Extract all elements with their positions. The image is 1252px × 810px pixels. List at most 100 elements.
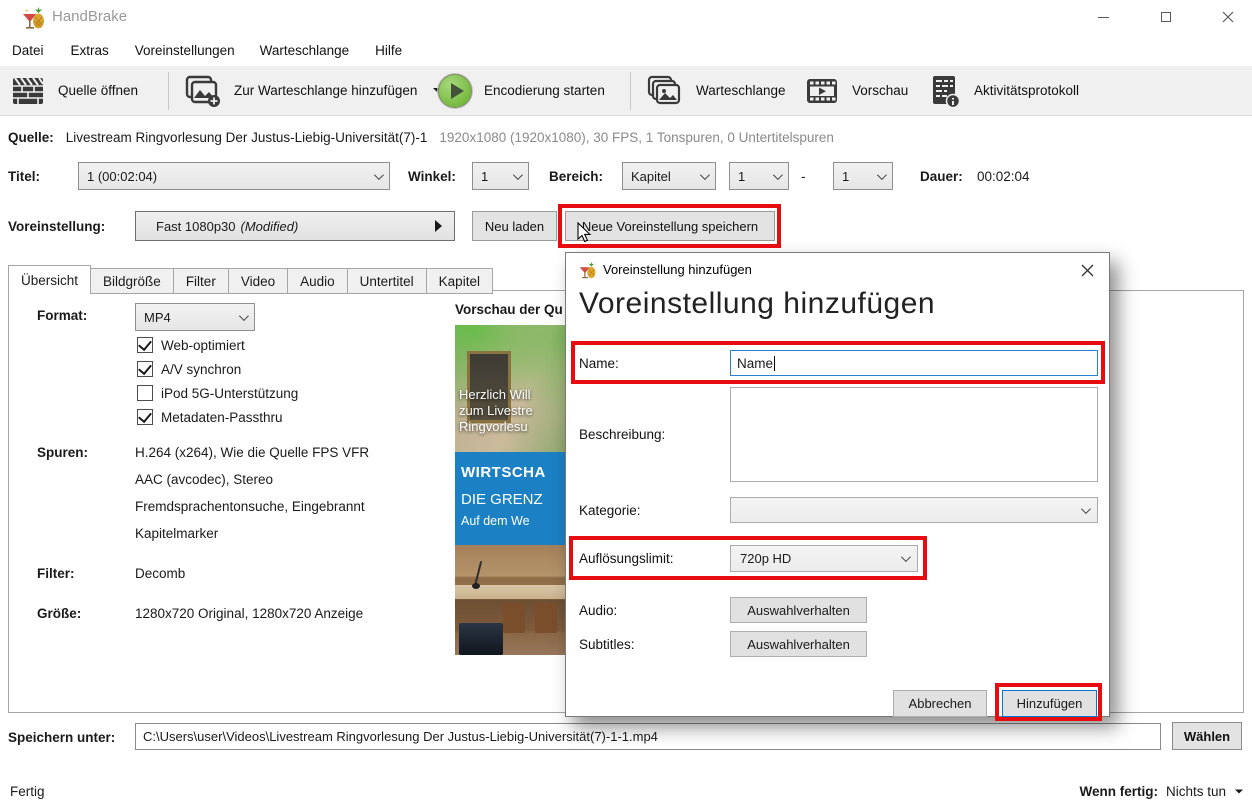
destination-path-input[interactable]: C:\Users\user\Videos\Livestream Ringvorl… xyxy=(135,723,1161,750)
name-label: Name: xyxy=(579,356,619,371)
name-input[interactable]: Name xyxy=(730,350,1098,376)
queue-button[interactable]: Warteschlange xyxy=(638,66,794,115)
chevron-down-icon xyxy=(901,552,911,562)
save-new-preset-button[interactable]: Neue Voreinstellung speichern xyxy=(565,211,775,241)
source-preview-image: Herzlich Will zum Livestre Ringvorlesu W… xyxy=(455,325,565,655)
beschreibung-textarea[interactable] xyxy=(730,387,1098,482)
audio-selection-button[interactable]: Auswahlverhalten xyxy=(730,597,867,623)
checkbox-label: Web-optimiert xyxy=(161,338,245,353)
range-from-value: 1 xyxy=(738,169,773,184)
preset-selector[interactable]: Fast 1080p30 (Modified) xyxy=(135,211,455,241)
laptop xyxy=(459,623,503,655)
open-source-button[interactable]: Quelle öffnen xyxy=(2,66,146,115)
toolbar-separator xyxy=(168,72,169,110)
checkbox-label: Metadaten-Passthru xyxy=(161,410,283,425)
preset-label: Voreinstellung: xyxy=(8,219,105,234)
preview-banner: WIRTSCHA DIE GRENZ Auf dem We xyxy=(455,452,565,545)
dialog-close-button[interactable] xyxy=(1073,259,1101,281)
aufloesungslimit-combobox[interactable]: 720p HD xyxy=(730,545,918,572)
titel-value: 1 (00:02:04) xyxy=(87,169,374,184)
checkbox-icon xyxy=(137,361,153,377)
bereich-combobox[interactable]: Kapitel xyxy=(622,162,716,190)
checkbox-label: iPod 5G-Unterstützung xyxy=(161,386,298,401)
chevron-down-icon xyxy=(374,170,384,180)
activity-log-button[interactable]: Aktivitätsprotokoll xyxy=(920,66,1087,115)
menu-hilfe[interactable]: Hilfe xyxy=(365,38,412,63)
menu-extras[interactable]: Extras xyxy=(61,38,119,63)
checkbox-ipod[interactable]: iPod 5G-Unterstützung xyxy=(137,385,298,401)
close-button[interactable] xyxy=(1205,0,1251,34)
tab-uebersicht[interactable]: Übersicht xyxy=(8,265,91,294)
winkel-label: Winkel: xyxy=(408,169,456,184)
tab-video[interactable]: Video xyxy=(228,268,288,294)
tab-filter[interactable]: Filter xyxy=(173,268,229,294)
range-to-value: 1 xyxy=(842,169,877,184)
winkel-combobox[interactable]: 1 xyxy=(472,162,529,190)
preview-heading: Vorschau der Qu xyxy=(455,302,563,317)
save-as-label: Speichern unter: xyxy=(8,730,115,745)
checkbox-av-synchron[interactable]: A/V synchron xyxy=(137,361,241,377)
maximize-button[interactable] xyxy=(1143,0,1189,34)
chevron-down-icon xyxy=(1235,790,1243,794)
subtitles-label: Subtitles: xyxy=(579,637,635,652)
menu-datei[interactable]: Datei xyxy=(2,38,54,63)
tab-audio[interactable]: Audio xyxy=(287,268,348,294)
chevron-down-icon xyxy=(239,311,249,321)
range-from-combobox[interactable]: 1 xyxy=(729,162,789,190)
aufloesungslimit-label: Auflösungslimit: xyxy=(579,551,674,566)
subtitles-selection-button[interactable]: Auswahlverhalten xyxy=(730,631,867,657)
start-encode-label: Encodierung starten xyxy=(484,83,605,98)
checkbox-icon xyxy=(137,385,153,401)
source-details: 1920x1080 (1920x1080), 30 FPS, 1 Tonspur… xyxy=(439,130,834,145)
tab-untertitel[interactable]: Untertitel xyxy=(347,268,427,294)
reload-preset-button[interactable]: Neu laden xyxy=(472,211,557,241)
chevron-down-icon xyxy=(1081,504,1091,514)
bereich-value: Kapitel xyxy=(631,169,700,184)
titel-combobox[interactable]: 1 (00:02:04) xyxy=(78,162,390,190)
choose-destination-button[interactable]: Wählen xyxy=(1172,722,1242,750)
handbrake-app-icon xyxy=(579,262,597,280)
when-done-control[interactable]: Wenn fertig: Nichts tun xyxy=(1079,784,1244,799)
preview-scene-top: Herzlich Will zum Livestre Ringvorlesu xyxy=(455,325,565,452)
source-label: Quelle: xyxy=(8,130,54,145)
add-to-queue-button[interactable]: Zur Warteschlange hinzufügen xyxy=(176,66,451,115)
preview-button[interactable]: Vorschau xyxy=(796,66,916,115)
preview-scene-bottom xyxy=(455,545,565,655)
close-icon xyxy=(1081,264,1094,277)
tab-strip: Übersicht Bildgröße Filter Video Audio U… xyxy=(8,265,492,294)
checkbox-web-optimiert[interactable]: Web-optimiert xyxy=(137,337,245,353)
dauer-label: Dauer: xyxy=(920,169,963,184)
dialog-heading: Voreinstellung hinzufügen xyxy=(579,287,935,321)
menubar: Datei Extras Voreinstellungen Warteschla… xyxy=(0,36,1252,65)
menu-warteschlange[interactable]: Warteschlange xyxy=(250,38,360,63)
chevron-down-icon xyxy=(700,170,710,180)
format-combobox[interactable]: MP4 xyxy=(135,303,255,331)
preview-overlay-text: Herzlich Will zum Livestre Ringvorlesu xyxy=(459,387,533,435)
queue-label: Warteschlange xyxy=(696,83,786,98)
kategorie-combobox[interactable] xyxy=(730,497,1098,523)
dauer-value: 00:02:04 xyxy=(977,169,1030,184)
menu-voreinstellungen[interactable]: Voreinstellungen xyxy=(125,38,245,63)
tab-bildgroesse[interactable]: Bildgröße xyxy=(90,268,174,294)
add-button[interactable]: Hinzufügen xyxy=(1002,690,1097,717)
preview-label: Vorschau xyxy=(852,83,908,98)
preset-modified-flag: (Modified) xyxy=(241,219,299,234)
range-to-combobox[interactable]: 1 xyxy=(833,162,893,190)
checkbox-metadaten[interactable]: Metadaten-Passthru xyxy=(137,409,283,425)
spuren-line: Kapitelmarker xyxy=(135,526,218,541)
groesse-value: 1280x720 Original, 1280x720 Anzeige xyxy=(135,606,363,621)
spuren-line: Fremdsprachentonsuche, Eingebrannt xyxy=(135,499,365,514)
groesse-label: Größe: xyxy=(37,606,81,621)
preset-value: Fast 1080p30 xyxy=(156,219,236,234)
cancel-button[interactable]: Abbrechen xyxy=(893,690,987,717)
filter-value: Decomb xyxy=(135,566,185,581)
source-name: Livestream Ringvorlesung Der Justus-Lieb… xyxy=(66,130,428,145)
spuren-line: H.264 (x264), Wie die Quelle FPS VFR xyxy=(135,445,369,460)
chevron-down-icon xyxy=(773,170,783,180)
checkbox-icon xyxy=(137,337,153,353)
minimize-button[interactable] xyxy=(1080,0,1126,34)
toolbar: Quelle öffnen Zur Warteschlange hinzufüg… xyxy=(0,66,1252,116)
start-encode-button[interactable]: Encodierung starten xyxy=(430,66,613,115)
range-dash: - xyxy=(801,169,806,184)
tab-kapitel[interactable]: Kapitel xyxy=(426,268,493,294)
